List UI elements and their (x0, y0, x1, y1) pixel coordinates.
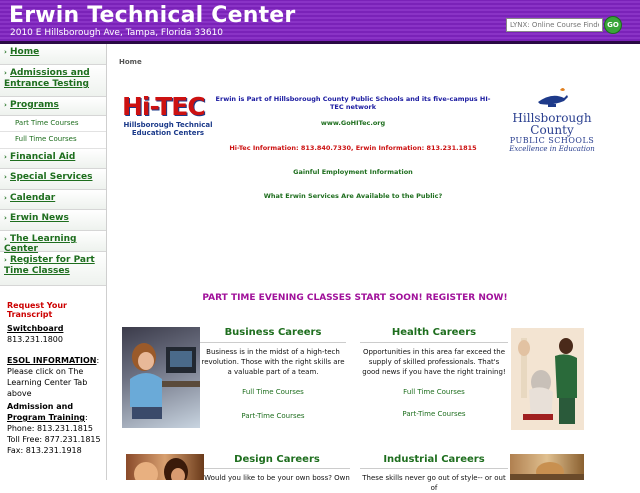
fax-line: Fax: 813.231.1918 (7, 446, 82, 455)
course-finder-input[interactable] (506, 18, 603, 32)
business-full-time-link[interactable]: Full Time Courses (200, 388, 346, 396)
design-careers-title[interactable]: Design Careers (204, 454, 350, 465)
hcps-tagline: Excellence in Education (509, 145, 595, 153)
public-services-link[interactable]: What Erwin Services Are Available to the… (214, 192, 492, 200)
sidebar-item-label: The Learning Center (4, 234, 77, 254)
phone-line: Phone: 813.231.1815 (7, 424, 94, 433)
design-careers-image (126, 454, 204, 480)
sidebar-item-label: Special Services (10, 172, 93, 182)
sidebar-item-label: Financial Aid (10, 152, 76, 162)
health-careers-title[interactable]: Health Careers (360, 327, 508, 338)
hcps-logo[interactable]: Hillsborough County PUBLIC SCHOOLS Excel… (492, 86, 612, 153)
sidebar-item-label: Erwin News (10, 213, 69, 223)
industrial-careers-image (510, 454, 584, 480)
switchboard-phone: 813.231.1800 (7, 335, 63, 344)
sidebar-nav: › Home › Admissions and Entrance Testing ›… (0, 44, 107, 480)
hitec-logo-mark: Hi-TEC (122, 92, 206, 121)
sidebar-item-calendar[interactable]: › Calendar (0, 190, 106, 210)
program-training-label[interactable]: Program Training (7, 413, 85, 422)
sidebar-subitem-full-time[interactable]: Full Time Courses (0, 132, 106, 149)
sidebar-item-learning-center[interactable]: › The Learning Center (0, 231, 106, 254)
main-content: Home Hi-TEC Hillsborough Technical Educa… (108, 44, 640, 492)
info-phones: Hi-Tec Information: 813.840.7330, Erwin … (229, 144, 477, 152)
site-title[interactable]: Erwin Technical Center (9, 3, 295, 28)
site-header: Erwin Technical Center 2010 E Hillsborou… (0, 0, 640, 44)
website-link[interactable]: www.GoHITec.org (214, 119, 492, 127)
business-careers-text: Business is in the midst of a high-tech … (201, 348, 345, 376)
card-divider (360, 342, 508, 343)
industrial-careers-title[interactable]: Industrial Careers (360, 454, 508, 465)
switchboard-label[interactable]: Switchboard (7, 324, 63, 333)
card-divider (204, 468, 350, 469)
lamp-icon (538, 88, 568, 107)
industrial-careers-photo (510, 462, 584, 480)
sidebar-item-label: Register for Part Time Classes (4, 255, 95, 276)
request-transcript-link[interactable]: Request Your Transcript (7, 301, 106, 319)
health-careers-text: Opportunities in this area far exceed th… (362, 348, 506, 376)
health-careers-image (511, 328, 584, 430)
esol-label[interactable]: ESOL INFORMATION (7, 356, 96, 365)
gainful-employment-link[interactable]: Gainful Employment Information (214, 168, 492, 176)
site-address: 2010 E Hillsborough Ave, Tampa, Florida … (10, 28, 224, 38)
business-part-time-link[interactable]: Part-Time Courses (200, 412, 346, 420)
sidebar-item-programs[interactable]: › Programs (0, 97, 106, 116)
business-careers-image (122, 327, 200, 428)
industrial-careers-text: These skills never go out of style-- or … (362, 474, 506, 492)
go-button[interactable]: GO (604, 16, 622, 34)
promo-banner[interactable]: PART TIME EVENING CLASSES START SOON! RE… (108, 293, 602, 303)
sidebar-item-label: Calendar (10, 193, 56, 203)
sidebar-item-register[interactable]: › Register for Part Time Classes (0, 252, 106, 286)
esol-block: ESOL INFORMATION: Please click on The Le… (7, 355, 105, 399)
hcps-title: Hillsborough County (512, 111, 592, 137)
health-careers-photo (511, 328, 584, 430)
sidebar-item-label: Home (10, 47, 40, 57)
sidebar-item-erwin-news[interactable]: › Erwin News (0, 210, 106, 231)
hitec-logo-subtitle: Hillsborough Technical Education Centers (123, 121, 213, 137)
sidebar-item-label: Programs (10, 100, 59, 110)
sidebar-item-label: Admissions and Entrance Testing (4, 68, 90, 89)
sidebar-subitem-part-time[interactable]: Part Time Courses (0, 116, 106, 132)
tollfree-line: Toll Free: 877.231.1815 (7, 435, 101, 444)
design-careers-photo (134, 458, 188, 480)
card-divider (360, 468, 508, 469)
business-careers-photo (130, 343, 200, 419)
sidebar-item-home[interactable]: › Home (0, 44, 106, 65)
business-careers-title[interactable]: Business Careers (200, 327, 346, 338)
hcps-subtitle: PUBLIC SCHOOLS (509, 136, 595, 145)
intro-text: Erwin is Part of Hillsborough County Pub… (215, 95, 491, 111)
sidebar-item-special-services[interactable]: › Special Services (0, 169, 106, 190)
health-full-time-link[interactable]: Full Time Courses (360, 388, 508, 396)
esol-text: Please click on The Learning Center Tab … (7, 367, 88, 398)
sidebar-item-admissions[interactable]: › Admissions and Entrance Testing (0, 65, 106, 97)
health-part-time-link[interactable]: Part-Time Courses (360, 410, 508, 418)
switchboard-block: Switchboard 813.231.1800 (7, 323, 105, 345)
admission-label: Admission and (7, 402, 74, 411)
breadcrumb: Home (119, 58, 142, 66)
design-careers-text: Would you like to be your own boss? Own (204, 474, 350, 482)
card-divider (200, 342, 346, 343)
hitec-logo[interactable]: Hi-TEC Hillsborough Technical Education … (122, 92, 214, 144)
admission-block: Admission and Program Training: Phone: 8… (7, 401, 105, 456)
sidebar-item-financial-aid[interactable]: › Financial Aid (0, 149, 106, 169)
